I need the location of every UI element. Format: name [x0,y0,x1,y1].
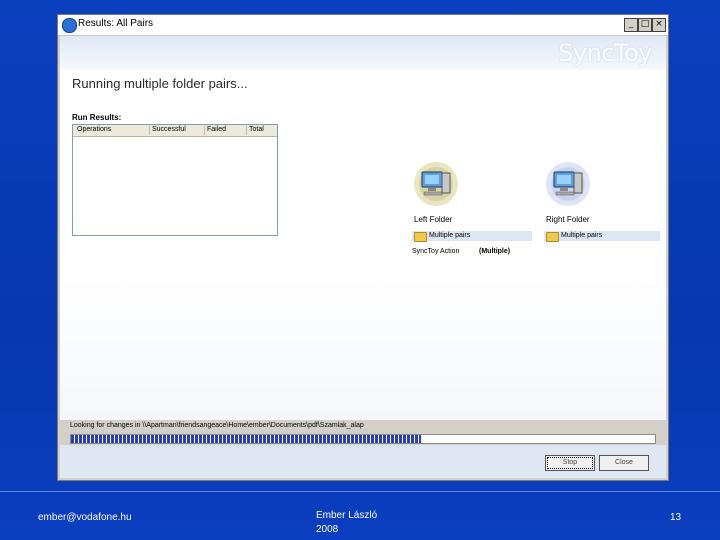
right-computer-icon [546,162,590,206]
footer-email: ember@vodafone.hu [38,512,132,523]
right-folder-icon [546,232,559,242]
left-folder-icon [414,232,427,242]
progress-fill [71,435,422,443]
close-window-button[interactable]: × [652,18,666,32]
column-header-successful[interactable]: Successful [149,126,186,135]
left-folder-path: Multiple pairs [429,232,471,239]
synctoy-logo: SyncToy [558,39,652,67]
run-results-label: Run Results: [72,113,122,122]
column-header-total[interactable]: Total [246,126,264,135]
left-folder-title: Left Folder [414,215,453,224]
column-header-operations[interactable]: Operations [73,126,111,135]
synctoy-action-label: SyncToy Action [412,248,460,255]
footer-year: 2008 [316,524,339,535]
run-results-table[interactable]: Operations Successful Failed Total [72,124,278,236]
synctoy-app-icon [62,18,77,33]
stop-button[interactable]: Stop [545,455,595,471]
footer-page-number: 13 [670,512,682,523]
synctoy-action-value: (Multiple) [479,248,511,255]
right-folder-title: Right Folder [546,215,590,224]
header-band: SyncToy [60,36,666,70]
window-title: Results: All Pairs [78,18,154,29]
left-computer-icon [414,162,458,206]
page-heading: Running multiple folder pairs... [72,76,248,91]
results-window: Results: All Pairs _ □ × SyncToy Running… [57,14,669,481]
footer-author: Ember László [316,510,378,521]
close-button[interactable]: Close [599,455,649,471]
window-client-area: SyncToy Running multiple folder pairs...… [60,36,666,436]
column-header-failed[interactable]: Failed [204,126,226,135]
slide-divider [0,491,720,492]
progress-bar [70,434,656,444]
right-folder-path: Multiple pairs [561,232,603,239]
title-bar[interactable]: Results: All Pairs _ □ × [58,15,668,36]
maximize-button[interactable]: □ [638,18,652,32]
results-table-header: Operations Successful Failed Total [73,125,277,137]
status-text: Looking for changes in \\Apartman\friend… [70,422,364,429]
minimize-button[interactable]: _ [624,18,638,32]
